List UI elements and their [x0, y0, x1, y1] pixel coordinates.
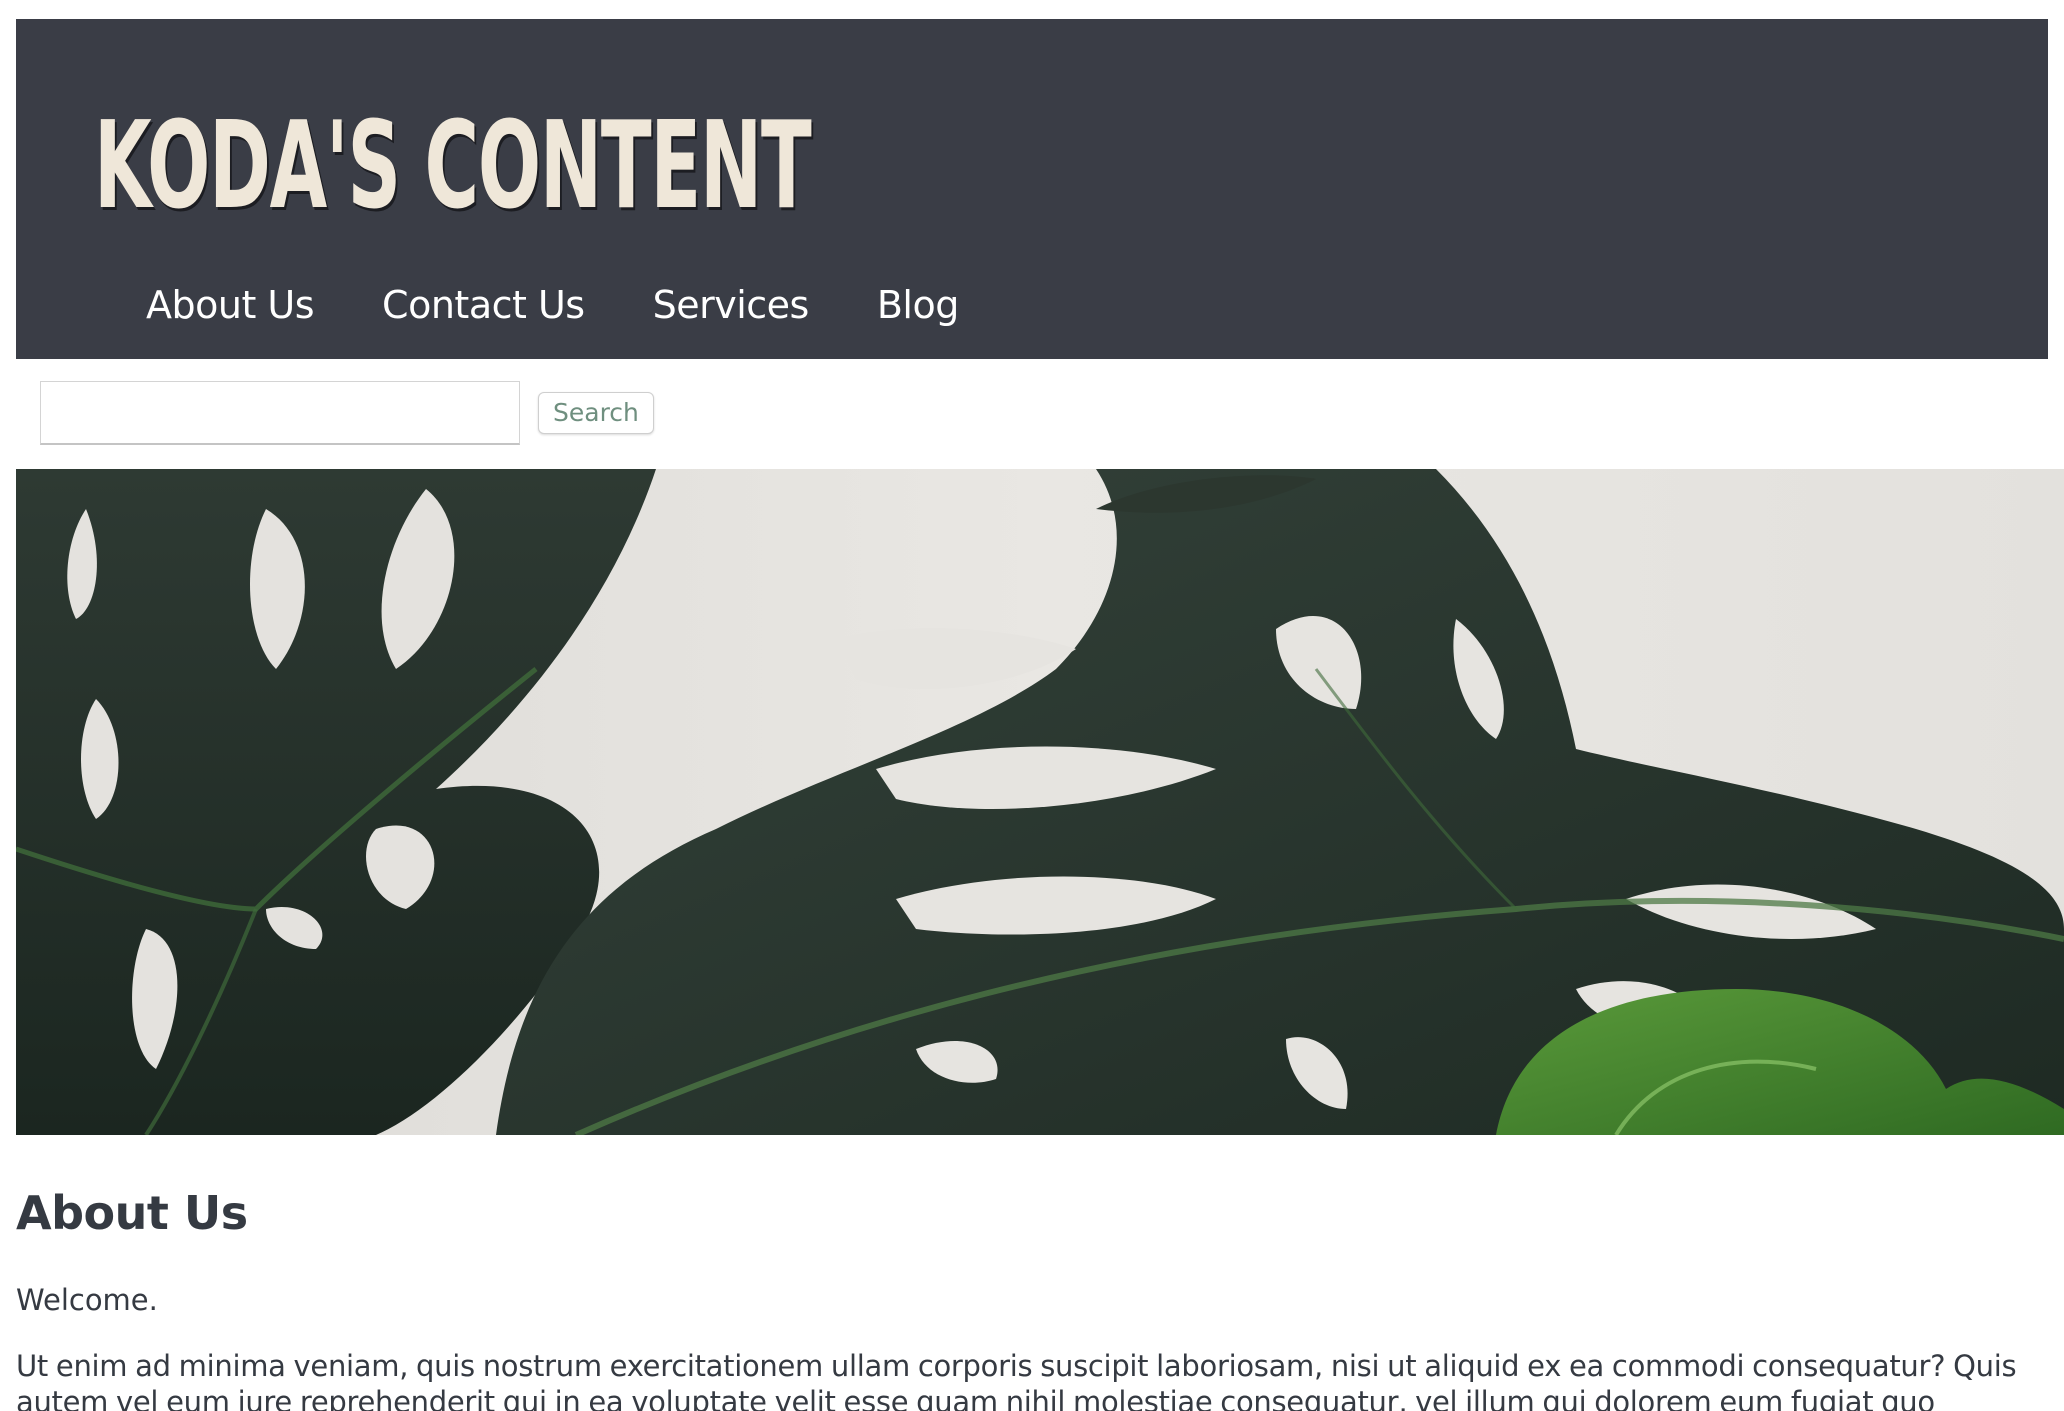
site-logo[interactable]: KODA'S CONTENT	[94, 107, 812, 227]
search-input[interactable]	[40, 381, 520, 445]
body-paragraph: Ut enim ad minima veniam, quis nostrum e…	[16, 1349, 2017, 1411]
nav-link-contact-us[interactable]: Contact Us	[382, 277, 585, 333]
welcome-text: Welcome.	[16, 1283, 158, 1317]
main-nav: About Us Contact Us Services Blog	[146, 277, 1027, 333]
nav-link-blog[interactable]: Blog	[877, 277, 960, 333]
monstera-leaves-image	[16, 469, 2064, 1135]
main-content: About Us Welcome. Ut enim ad minima veni…	[16, 1178, 2056, 1411]
hero-image	[16, 469, 2064, 1135]
nav-link-about-us[interactable]: About Us	[146, 277, 315, 333]
search-bar: Search	[40, 381, 654, 445]
site-header: KODA'S CONTENT About Us Contact Us Servi…	[16, 19, 2048, 359]
nav-link-services[interactable]: Services	[653, 277, 810, 333]
search-button[interactable]: Search	[538, 392, 654, 434]
page: KODA'S CONTENT About Us Contact Us Servi…	[0, 0, 2064, 1411]
page-heading: About Us	[16, 1186, 248, 1240]
